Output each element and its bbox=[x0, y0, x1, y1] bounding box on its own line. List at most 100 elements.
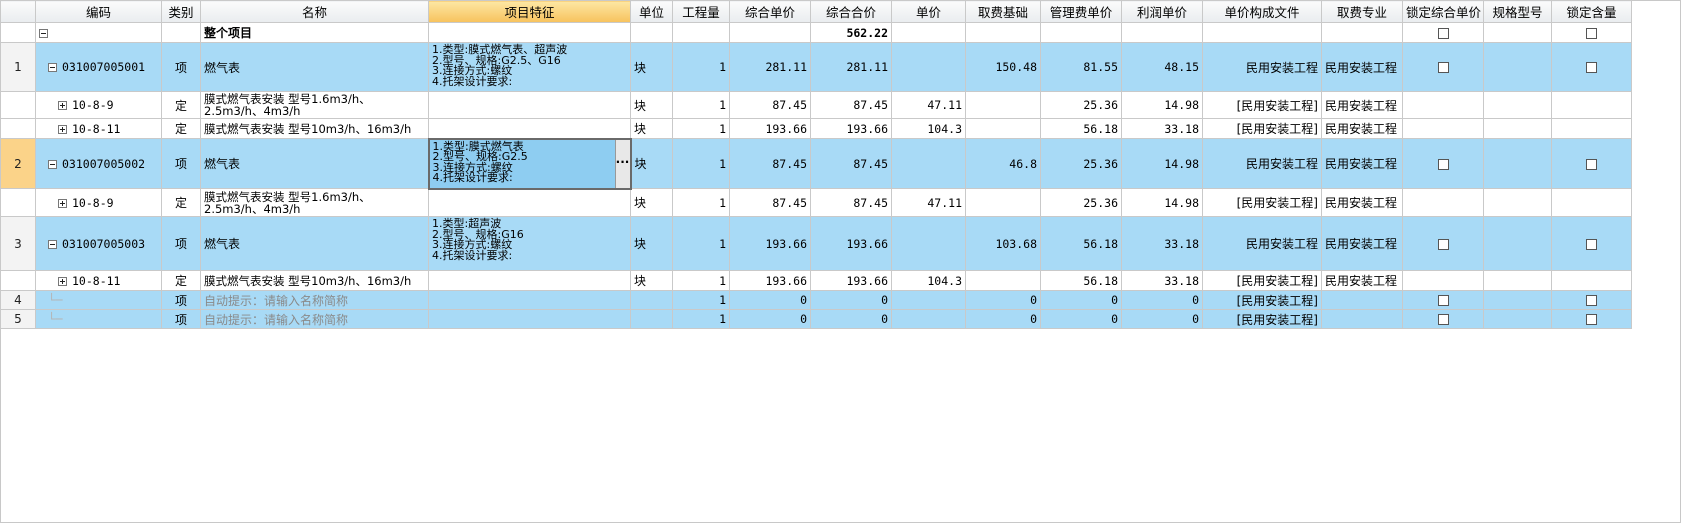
quota-row[interactable]: 10-8-9 定 膜式燃气表安装 型号1.6m3/h、2.5m3/h、4m3/h… bbox=[0, 188, 1632, 217]
profit-cell[interactable]: 14.98 bbox=[1121, 138, 1203, 189]
unit-cell[interactable]: 块 bbox=[630, 188, 673, 217]
spec-cell[interactable]: 民用安装工程 bbox=[1321, 91, 1403, 119]
name-cell[interactable]: 膜式燃气表安装 型号1.6m3/h、2.5m3/h、4m3/h bbox=[200, 91, 429, 119]
row-number[interactable]: 3 bbox=[0, 216, 36, 271]
row-number[interactable]: 5 bbox=[0, 309, 36, 329]
profit-cell[interactable]: 33.18 bbox=[1121, 118, 1203, 139]
lock-price-checkbox[interactable] bbox=[1437, 314, 1449, 325]
list-item-row[interactable]: 1 031007005001 项 燃气表 1.类型:膜式燃气表、超声波 2.型号… bbox=[0, 42, 1632, 92]
type-cell[interactable]: 项 bbox=[161, 138, 201, 189]
base-cell[interactable]: 46.8 bbox=[965, 138, 1041, 189]
lock-price-checkbox[interactable] bbox=[1437, 238, 1449, 250]
spec-cell[interactable]: 民用安装工程 bbox=[1321, 188, 1403, 217]
expand-icon[interactable] bbox=[58, 198, 67, 208]
base-cell[interactable] bbox=[965, 188, 1041, 217]
lock-price-cell[interactable] bbox=[1402, 309, 1484, 329]
qty-cell[interactable] bbox=[672, 22, 730, 43]
unit-cell[interactable]: 块 bbox=[630, 138, 673, 189]
model-cell[interactable] bbox=[1483, 42, 1552, 92]
list-item-row[interactable]: 5 └─ 项 自动提示：请输入名称简称 1 0 0 0 0 0 [民用安装工程] bbox=[0, 309, 1632, 329]
price-cell[interactable] bbox=[891, 290, 966, 310]
feature-cell[interactable]: 1.类型:超声波 2.型号、规格:G16 3.连接方式:螺纹 4.托架设计要求: bbox=[428, 216, 631, 271]
qty-cell[interactable]: 1 bbox=[672, 91, 730, 119]
col-header-unit-price[interactable]: 单价 bbox=[891, 0, 966, 23]
unit-cell[interactable]: 块 bbox=[630, 91, 673, 119]
file-cell[interactable]: [民用安装工程] bbox=[1202, 118, 1322, 139]
collapse-icon[interactable] bbox=[48, 159, 57, 169]
summary-row[interactable]: 整个项目 562.22 bbox=[0, 22, 1632, 43]
col-header-composite-unit-price[interactable]: 综合单价 bbox=[729, 0, 811, 23]
lock-content-cell[interactable] bbox=[1551, 290, 1632, 310]
col-header-code[interactable]: 编码 bbox=[35, 0, 162, 23]
code-cell[interactable]: 10-8-11 bbox=[35, 270, 162, 291]
feature-cell[interactable] bbox=[428, 91, 631, 119]
spec-cell[interactable] bbox=[1321, 309, 1403, 329]
qty-cell[interactable]: 1 bbox=[672, 42, 730, 92]
lock-price-cell[interactable] bbox=[1402, 42, 1484, 92]
profit-cell[interactable]: 0 bbox=[1121, 290, 1203, 310]
corner-cell[interactable] bbox=[0, 0, 36, 23]
code-cell[interactable]: 031007005001 bbox=[35, 42, 162, 92]
qty-cell[interactable]: 1 bbox=[672, 270, 730, 291]
lock-content-cell[interactable] bbox=[1551, 118, 1632, 139]
col-header-lock-price[interactable]: 锁定综合单价 bbox=[1402, 0, 1484, 23]
price-cell[interactable]: 104.3 bbox=[891, 118, 966, 139]
qty-cell[interactable]: 1 bbox=[672, 309, 730, 329]
spec-cell[interactable]: 民用安装工程 bbox=[1321, 138, 1403, 189]
price-cell[interactable]: 47.11 bbox=[891, 188, 966, 217]
lock-content-cell[interactable] bbox=[1551, 270, 1632, 291]
row-number[interactable]: 4 bbox=[0, 290, 36, 310]
spec-cell[interactable]: 民用安装工程 bbox=[1321, 42, 1403, 92]
base-cell[interactable]: 0 bbox=[965, 290, 1041, 310]
base-cell[interactable]: 150.48 bbox=[965, 42, 1041, 92]
unit-cell[interactable] bbox=[630, 290, 673, 310]
model-cell[interactable] bbox=[1483, 188, 1552, 217]
model-cell[interactable] bbox=[1483, 118, 1552, 139]
lock-content-cell[interactable] bbox=[1551, 216, 1632, 271]
quota-row[interactable]: 10-8-11 定 膜式燃气表安装 型号10m3/h、16m3/h 块 1 19… bbox=[0, 118, 1632, 139]
file-cell[interactable]: [民用安装工程] bbox=[1202, 309, 1322, 329]
profit-cell[interactable]: 48.15 bbox=[1121, 42, 1203, 92]
col-header-management-fee[interactable]: 管理费单价 bbox=[1040, 0, 1122, 23]
file-cell[interactable]: [民用安装工程] bbox=[1202, 270, 1322, 291]
type-cell[interactable]: 定 bbox=[161, 118, 201, 139]
mgmt-cell[interactable]: 25.36 bbox=[1040, 91, 1122, 119]
total-cell[interactable]: 87.45 bbox=[810, 188, 892, 217]
col-header-lock-content[interactable]: 锁定含量 bbox=[1551, 0, 1632, 23]
file-cell[interactable] bbox=[1202, 22, 1322, 43]
cup-cell[interactable] bbox=[729, 22, 811, 43]
col-header-type[interactable]: 类别 bbox=[161, 0, 201, 23]
base-cell[interactable] bbox=[965, 118, 1041, 139]
total-cell[interactable]: 87.45 bbox=[810, 138, 892, 189]
profit-cell[interactable]: 33.18 bbox=[1121, 216, 1203, 271]
expand-icon[interactable] bbox=[58, 124, 67, 134]
row-number[interactable] bbox=[0, 118, 36, 139]
price-cell[interactable] bbox=[891, 309, 966, 329]
lock-price-cell[interactable] bbox=[1402, 138, 1484, 189]
cup-cell[interactable]: 281.11 bbox=[729, 42, 811, 92]
lock-content-cell[interactable] bbox=[1551, 188, 1632, 217]
price-cell[interactable]: 104.3 bbox=[891, 270, 966, 291]
ellipsis-button[interactable]: ··· bbox=[614, 140, 629, 187]
list-item-row[interactable]: 2 031007005002 项 燃气表 1.类型:膜式燃气表 2.型号、规格:… bbox=[0, 137, 1632, 190]
name-cell[interactable]: 整个项目 bbox=[200, 22, 429, 43]
cup-cell[interactable]: 87.45 bbox=[729, 138, 811, 189]
profit-cell[interactable]: 14.98 bbox=[1121, 188, 1203, 217]
code-cell[interactable]: 10-8-11 bbox=[35, 118, 162, 139]
col-header-model[interactable]: 规格型号 bbox=[1483, 0, 1552, 23]
unit-cell[interactable]: 块 bbox=[630, 42, 673, 92]
total-cell[interactable]: 562.22 bbox=[810, 22, 892, 43]
type-cell[interactable]: 项 bbox=[161, 309, 201, 329]
row-number[interactable] bbox=[0, 22, 36, 43]
expand-icon[interactable] bbox=[58, 101, 67, 110]
type-cell[interactable]: 项 bbox=[161, 290, 201, 310]
lock-price-checkbox[interactable] bbox=[1437, 158, 1449, 170]
spec-cell[interactable]: 民用安装工程 bbox=[1321, 216, 1403, 271]
name-input[interactable]: 自动提示：请输入名称简称 bbox=[200, 309, 429, 329]
lock-price-cell[interactable] bbox=[1402, 22, 1484, 43]
mgmt-cell[interactable]: 81.55 bbox=[1040, 42, 1122, 92]
type-cell[interactable]: 项 bbox=[161, 42, 201, 92]
lock-content-checkbox[interactable] bbox=[1586, 295, 1597, 306]
list-item-row[interactable]: 4 └─ 项 自动提示：请输入名称简称 1 0 0 0 0 0 [民用安装工程] bbox=[0, 290, 1632, 310]
lock-content-checkbox[interactable] bbox=[1586, 158, 1597, 170]
